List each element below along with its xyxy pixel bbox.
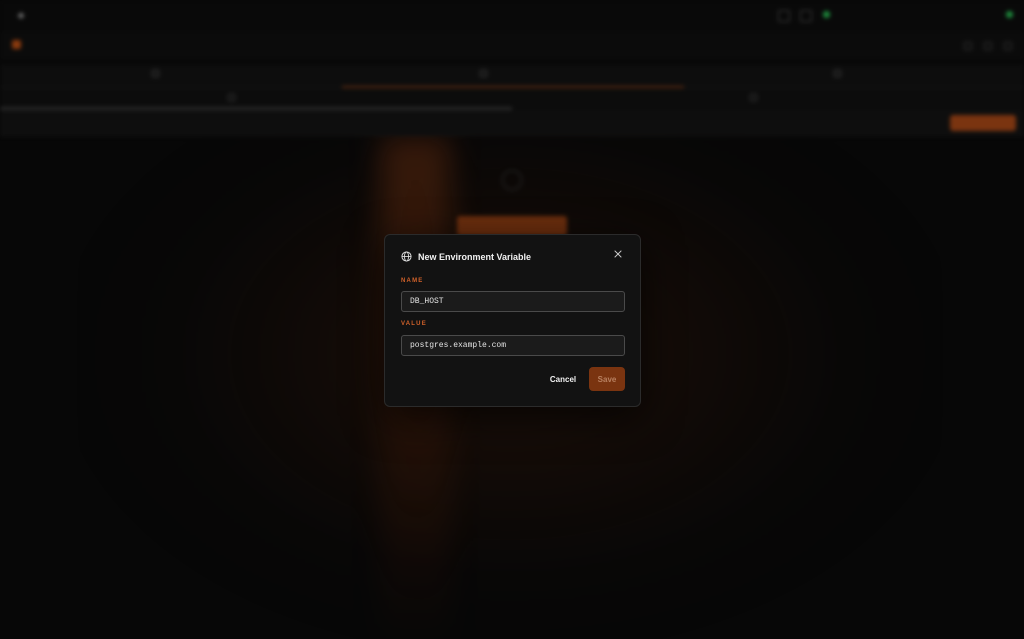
- tab-active[interactable]: [480, 70, 487, 77]
- add-variable-button[interactable]: [950, 115, 1016, 131]
- close-icon[interactable]: [612, 249, 624, 261]
- name-label: NAME: [401, 278, 424, 284]
- empty-state-icon: [502, 170, 522, 190]
- subtab-first[interactable]: [228, 94, 235, 101]
- path-bar: [0, 110, 1024, 136]
- value-label: VALUE: [401, 321, 427, 327]
- main-tabs: [0, 64, 1024, 88]
- new-env-variable-dialog: New Environment Variable NAME DB_HOST VA…: [384, 234, 641, 407]
- maximize-icon[interactable]: [984, 42, 992, 50]
- window-close-icon[interactable]: [1004, 42, 1012, 50]
- status-indicator: [823, 11, 830, 18]
- system-topbar: ✦: [0, 0, 1024, 32]
- cancel-button[interactable]: Cancel: [543, 371, 583, 387]
- display-icon[interactable]: [800, 10, 812, 22]
- name-input[interactable]: DB_HOST: [401, 291, 625, 312]
- minimize-icon[interactable]: [964, 42, 972, 50]
- logo-icon: ✦: [16, 9, 27, 23]
- connection-indicator: [1006, 11, 1013, 18]
- edit-icon[interactable]: [778, 10, 790, 22]
- globe-icon: [401, 251, 412, 262]
- tab-first[interactable]: [152, 70, 159, 77]
- value-input[interactable]: postgres.example.com: [401, 335, 625, 356]
- save-button[interactable]: Save: [589, 367, 625, 391]
- empty-state-add-button[interactable]: [457, 216, 567, 236]
- tab-icon: [834, 70, 841, 77]
- tab-icon: [152, 70, 159, 77]
- dialog-title: New Environment Variable: [418, 251, 532, 262]
- window-header: [0, 32, 1024, 60]
- app-icon: [12, 40, 21, 49]
- dialog-header: New Environment Variable: [401, 251, 531, 262]
- tab-icon: [480, 70, 487, 77]
- tab-third[interactable]: [834, 70, 841, 77]
- subtab-icon: [750, 94, 757, 101]
- subtab-icon: [228, 94, 235, 101]
- subtab-second[interactable]: [750, 94, 757, 101]
